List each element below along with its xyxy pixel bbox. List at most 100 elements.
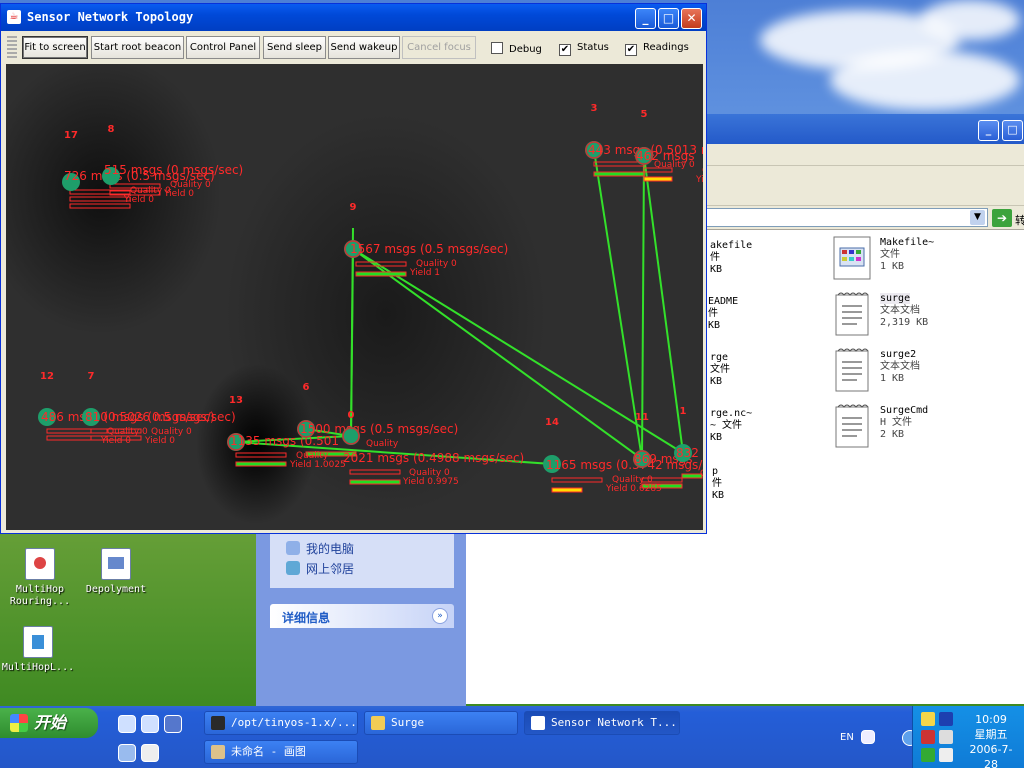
file-name: rge.nc~	[710, 408, 753, 419]
task-label: Surge	[391, 716, 425, 729]
file-size: 2,319 KB	[880, 317, 929, 328]
node-stats-label: 2021 msgs (0.4988 msgs/sec)	[343, 451, 524, 465]
my-computer-link[interactable]: 我的电脑	[286, 540, 354, 557]
node-id-label: 14	[545, 417, 559, 428]
go-label: 转	[1015, 214, 1024, 227]
language-indicator[interactable]: EN	[840, 732, 854, 743]
details-header[interactable]: 详细信息 »	[270, 604, 454, 628]
clock[interactable]: 10:09 星期五 2006-7-28	[963, 712, 1019, 768]
document-icon	[101, 548, 131, 580]
control-panel-button[interactable]: Control Panel	[186, 36, 260, 59]
file-item[interactable]: akefile 件 KB	[710, 240, 752, 276]
maximize-button[interactable]: □	[658, 8, 679, 29]
desktop-icon-multihop-routing[interactable]: MultiHop Rouring...	[0, 548, 80, 608]
node-stats-label: 1567 msgs (0.5 msgs/sec)	[350, 242, 508, 256]
icon-label: Depolyment	[85, 584, 147, 595]
reading-bar	[551, 477, 603, 483]
address-dropdown-icon[interactable]: ▼	[970, 210, 985, 225]
network-places-link[interactable]: 网上邻居	[286, 560, 354, 577]
node-id-label: 17	[64, 130, 78, 141]
network-link	[643, 155, 684, 454]
close-button[interactable]: ✕	[681, 8, 702, 29]
quicklaunch-icon[interactable]	[118, 744, 136, 762]
ie-icon[interactable]	[118, 715, 136, 733]
quicklaunch-icon[interactable]	[141, 744, 159, 762]
media-icon[interactable]	[939, 712, 953, 726]
send-sleep-button[interactable]: Send sleep	[263, 36, 326, 59]
tray-icon[interactable]	[921, 748, 935, 762]
node-id-label: 3	[591, 103, 598, 114]
explorer-maximize-button[interactable]: □	[1002, 120, 1023, 141]
makefile-icon	[833, 236, 871, 280]
reading-bar	[551, 487, 583, 493]
outlook-icon[interactable]	[141, 715, 159, 733]
debug-checkbox[interactable]: Debug	[491, 42, 542, 55]
other-places-box: 我的电脑 网上邻居	[270, 530, 454, 588]
sensor-network-window: ☕ Sensor Network Topology _ □ ✕ Fit to s…	[0, 3, 707, 534]
reading-bar	[355, 271, 407, 277]
node-id-label: 8	[108, 124, 115, 135]
file-item[interactable]: EADME 件 KB	[708, 296, 738, 332]
minimize-button[interactable]: _	[635, 8, 656, 29]
messenger-icon[interactable]	[164, 715, 182, 733]
file-item[interactable]: rge 文件 KB	[710, 352, 730, 388]
start-root-beacon-button[interactable]: Start root beacon	[91, 36, 184, 59]
address-input[interactable]	[704, 208, 988, 227]
sensor-window-titlebar[interactable]: ☕ Sensor Network Topology _ □ ✕	[1, 4, 706, 31]
explorer-file-area	[466, 530, 1024, 704]
reading-bar	[69, 203, 131, 209]
taskbar-item-terminal[interactable]: /opt/tinyos-1.x/...	[204, 711, 358, 735]
help-icon[interactable]	[861, 730, 875, 744]
fit-to-screen-button[interactable]: Fit to screen	[22, 36, 88, 59]
sensor-node-7[interactable]: 7810 msgs (0.5 msgs/sec)Quality 0Yield 0	[82, 371, 236, 446]
explorer-titlebar[interactable]: _ □	[700, 114, 1024, 144]
network-tray-icon[interactable]	[921, 730, 935, 744]
system-tray: 10:09 星期五 2006-7-28	[912, 706, 1024, 768]
file-item[interactable]: rge.nc~ ~ 文件 KB	[710, 408, 752, 444]
reading-bar	[235, 452, 287, 458]
node-id-label: 9	[350, 202, 357, 213]
checkbox-box: ✔	[559, 44, 571, 56]
my-computer-label: 我的电脑	[306, 542, 355, 556]
taskbar-item-paint[interactable]: 未命名 - 画图	[204, 740, 358, 764]
cancel-focus-button[interactable]: Cancel focus	[402, 36, 476, 59]
node-circle[interactable]	[342, 427, 360, 445]
start-button[interactable]: 开始	[0, 708, 98, 738]
go-button[interactable]: ➔	[992, 209, 1012, 227]
file-type: 文本文档	[880, 361, 920, 372]
toolbar-grip[interactable]	[7, 36, 17, 58]
taskbar-item-surge[interactable]: Surge	[364, 711, 518, 735]
document-icon	[23, 626, 53, 658]
node-id-label: 13	[229, 395, 243, 406]
reading-bar	[349, 469, 401, 475]
sensor-node-9[interactable]: 91567 msgs (0.5 msgs/sec)Quality 0Yield …	[344, 202, 508, 278]
file-type: 件	[712, 478, 722, 489]
node-yield-label: Yield 0.6285	[605, 484, 662, 494]
volume-icon[interactable]	[939, 730, 953, 744]
file-size: KB	[710, 376, 723, 387]
checkbox-label: Debug	[509, 44, 542, 55]
node-yield-label: Yield 1.025	[695, 175, 703, 185]
topology-canvas[interactable]: 17 726 msgs (0.5 msgs/sec) Quality 0 Yield …	[6, 64, 703, 530]
reading-bar	[349, 479, 401, 485]
taskbar-item-sensor-network[interactable]: Sensor Network T...	[524, 711, 680, 735]
desktop-icon-multihopl[interactable]: MultiHopL...	[0, 626, 78, 674]
readings-checkbox[interactable]: ✔ Readings	[625, 42, 689, 56]
explorer-task-pane: 我的电脑 网上邻居 详细信息 »	[256, 530, 466, 706]
cloud	[920, 0, 1020, 40]
node-quality-label: Quality	[366, 439, 399, 449]
reading-bar	[46, 428, 108, 434]
security-shield-icon[interactable]	[921, 712, 935, 726]
topology-graph[interactable]: 17726 msgs (0.5 msgs/sec)Quality 0Yield …	[6, 64, 703, 530]
file-type: 文件	[710, 364, 730, 375]
network-icon	[286, 561, 300, 575]
checkbox-label: Readings	[643, 42, 689, 53]
status-checkbox[interactable]: ✔ Status	[559, 42, 609, 56]
file-item[interactable]: p 件 KB	[712, 466, 724, 502]
send-wakeup-button[interactable]: Send wakeup	[328, 36, 400, 59]
explorer-minimize-button[interactable]: _	[978, 120, 999, 141]
node-stats-label: 832	[676, 446, 699, 460]
chevron-down-icon[interactable]: »	[432, 608, 448, 624]
desktop-icon-deployment[interactable]: Depolyment	[76, 548, 156, 596]
tray-icon[interactable]	[939, 748, 953, 762]
